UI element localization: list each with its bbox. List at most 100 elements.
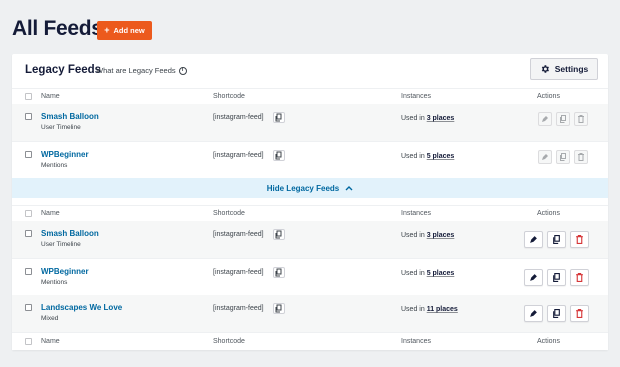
col-name: Name bbox=[41, 93, 60, 100]
shortcode: [instagram-feed] bbox=[213, 305, 264, 312]
shortcode: [instagram-feed] bbox=[213, 231, 264, 238]
edit-button[interactable] bbox=[538, 112, 552, 126]
select-all-checkbox[interactable] bbox=[25, 93, 32, 100]
col-instances: Instances bbox=[401, 210, 431, 217]
row-checkbox[interactable] bbox=[25, 230, 32, 237]
instances: Used in 5 places bbox=[401, 270, 454, 277]
select-all-checkbox[interactable] bbox=[25, 338, 32, 345]
duplicate-button[interactable] bbox=[556, 150, 570, 164]
trash-icon bbox=[576, 235, 583, 244]
copy-shortcode-button[interactable] bbox=[273, 267, 285, 278]
duplicate-icon bbox=[553, 235, 560, 244]
edit-button[interactable] bbox=[524, 305, 543, 322]
delete-button[interactable] bbox=[574, 150, 588, 164]
col-name: Name bbox=[41, 210, 60, 217]
col-actions: Actions bbox=[537, 210, 560, 217]
feed-name-link[interactable]: WPBeginner bbox=[41, 267, 89, 276]
select-all-checkbox[interactable] bbox=[25, 210, 32, 217]
instances-link[interactable]: 3 places bbox=[427, 115, 455, 122]
col-instances: Instances bbox=[401, 93, 431, 100]
trash-icon bbox=[578, 153, 584, 161]
feed-type: Mentions bbox=[41, 162, 68, 169]
feed-type: Mentions bbox=[41, 279, 68, 286]
legacy-table-header: Name Shortcode Instances Actions bbox=[12, 88, 608, 104]
shortcode: [instagram-feed] bbox=[213, 269, 264, 276]
copy-icon bbox=[275, 304, 282, 313]
duplicate-icon bbox=[560, 153, 566, 161]
table-row: WPBeginner Mentions [instagram-feed] Use… bbox=[12, 141, 608, 178]
col-shortcode: Shortcode bbox=[213, 338, 245, 345]
pencil-icon bbox=[530, 310, 537, 317]
instances-link[interactable]: 5 places bbox=[427, 270, 455, 277]
col-shortcode: Shortcode bbox=[213, 210, 245, 217]
instances-link[interactable]: 11 places bbox=[427, 306, 458, 313]
instances-link[interactable]: 5 places bbox=[427, 153, 455, 160]
table-row: Smash Balloon User Timeline [instagram-f… bbox=[12, 221, 608, 258]
copy-shortcode-button[interactable] bbox=[273, 229, 285, 240]
legacy-help-label: What are Legacy Feeds bbox=[96, 66, 176, 75]
copy-shortcode-button[interactable] bbox=[273, 150, 285, 161]
feeds-table-footer: Name Shortcode Instances Actions bbox=[12, 332, 608, 350]
table-row: WPBeginner Mentions [instagram-feed] Use… bbox=[12, 258, 608, 295]
instances-link[interactable]: 3 places bbox=[427, 232, 455, 239]
feed-name-link[interactable]: Landscapes We Love bbox=[41, 303, 122, 312]
table-row: Landscapes We Love Mixed [instagram-feed… bbox=[12, 295, 608, 332]
add-new-button[interactable]: + Add new bbox=[97, 21, 152, 40]
duplicate-icon bbox=[553, 309, 560, 318]
col-actions: Actions bbox=[537, 93, 560, 100]
duplicate-button[interactable] bbox=[547, 231, 566, 248]
delete-button[interactable] bbox=[570, 305, 589, 322]
chevron-up-icon bbox=[345, 186, 353, 191]
shortcode: [instagram-feed] bbox=[213, 152, 264, 159]
duplicate-button[interactable] bbox=[556, 112, 570, 126]
row-checkbox[interactable] bbox=[25, 268, 32, 275]
edit-button[interactable] bbox=[524, 269, 543, 286]
legacy-title: Legacy Feeds bbox=[25, 64, 102, 76]
duplicate-icon bbox=[553, 273, 560, 282]
settings-button[interactable]: Settings bbox=[530, 58, 598, 80]
delete-button[interactable] bbox=[570, 231, 589, 248]
edit-button[interactable] bbox=[538, 150, 552, 164]
used-in-label: Used in bbox=[401, 270, 425, 277]
instances: Used in 3 places bbox=[401, 232, 454, 239]
legacy-help-link[interactable]: What are Legacy Feeds i bbox=[96, 66, 187, 75]
duplicate-button[interactable] bbox=[547, 269, 566, 286]
trash-icon bbox=[578, 115, 584, 123]
settings-label: Settings bbox=[554, 64, 589, 74]
trash-icon bbox=[576, 309, 583, 318]
used-in-label: Used in bbox=[401, 306, 425, 313]
used-in-label: Used in bbox=[401, 115, 425, 122]
row-checkbox[interactable] bbox=[25, 151, 32, 158]
col-instances: Instances bbox=[401, 338, 431, 345]
shortcode: [instagram-feed] bbox=[213, 114, 264, 121]
row-checkbox[interactable] bbox=[25, 304, 32, 311]
pencil-icon bbox=[542, 116, 548, 122]
feed-name-link[interactable]: WPBeginner bbox=[41, 150, 89, 159]
copy-icon bbox=[275, 268, 282, 277]
used-in-label: Used in bbox=[401, 232, 425, 239]
feed-type: User Timeline bbox=[41, 241, 81, 248]
instances: Used in 3 places bbox=[401, 115, 454, 122]
copy-icon bbox=[275, 230, 282, 239]
hide-legacy-label: Hide Legacy Feeds bbox=[266, 183, 340, 193]
instances: Used in 5 places bbox=[401, 153, 454, 160]
edit-button[interactable] bbox=[524, 231, 543, 248]
pencil-icon bbox=[530, 274, 537, 281]
copy-shortcode-button[interactable] bbox=[273, 303, 285, 314]
col-shortcode: Shortcode bbox=[213, 93, 245, 100]
plus-icon: + bbox=[104, 25, 110, 35]
row-checkbox[interactable] bbox=[25, 113, 32, 120]
feeds-card: Legacy Feeds What are Legacy Feeds i Set… bbox=[12, 54, 608, 350]
delete-button[interactable] bbox=[574, 112, 588, 126]
pencil-icon bbox=[542, 154, 548, 160]
hide-legacy-toggle[interactable]: Hide Legacy Feeds bbox=[12, 178, 608, 198]
duplicate-icon bbox=[560, 115, 566, 123]
copy-shortcode-button[interactable] bbox=[273, 112, 285, 123]
duplicate-button[interactable] bbox=[547, 305, 566, 322]
feed-name-link[interactable]: Smash Balloon bbox=[41, 229, 99, 238]
used-in-label: Used in bbox=[401, 153, 425, 160]
col-actions: Actions bbox=[537, 338, 560, 345]
feed-name-link[interactable]: Smash Balloon bbox=[41, 112, 99, 121]
copy-icon bbox=[275, 151, 282, 160]
delete-button[interactable] bbox=[570, 269, 589, 286]
